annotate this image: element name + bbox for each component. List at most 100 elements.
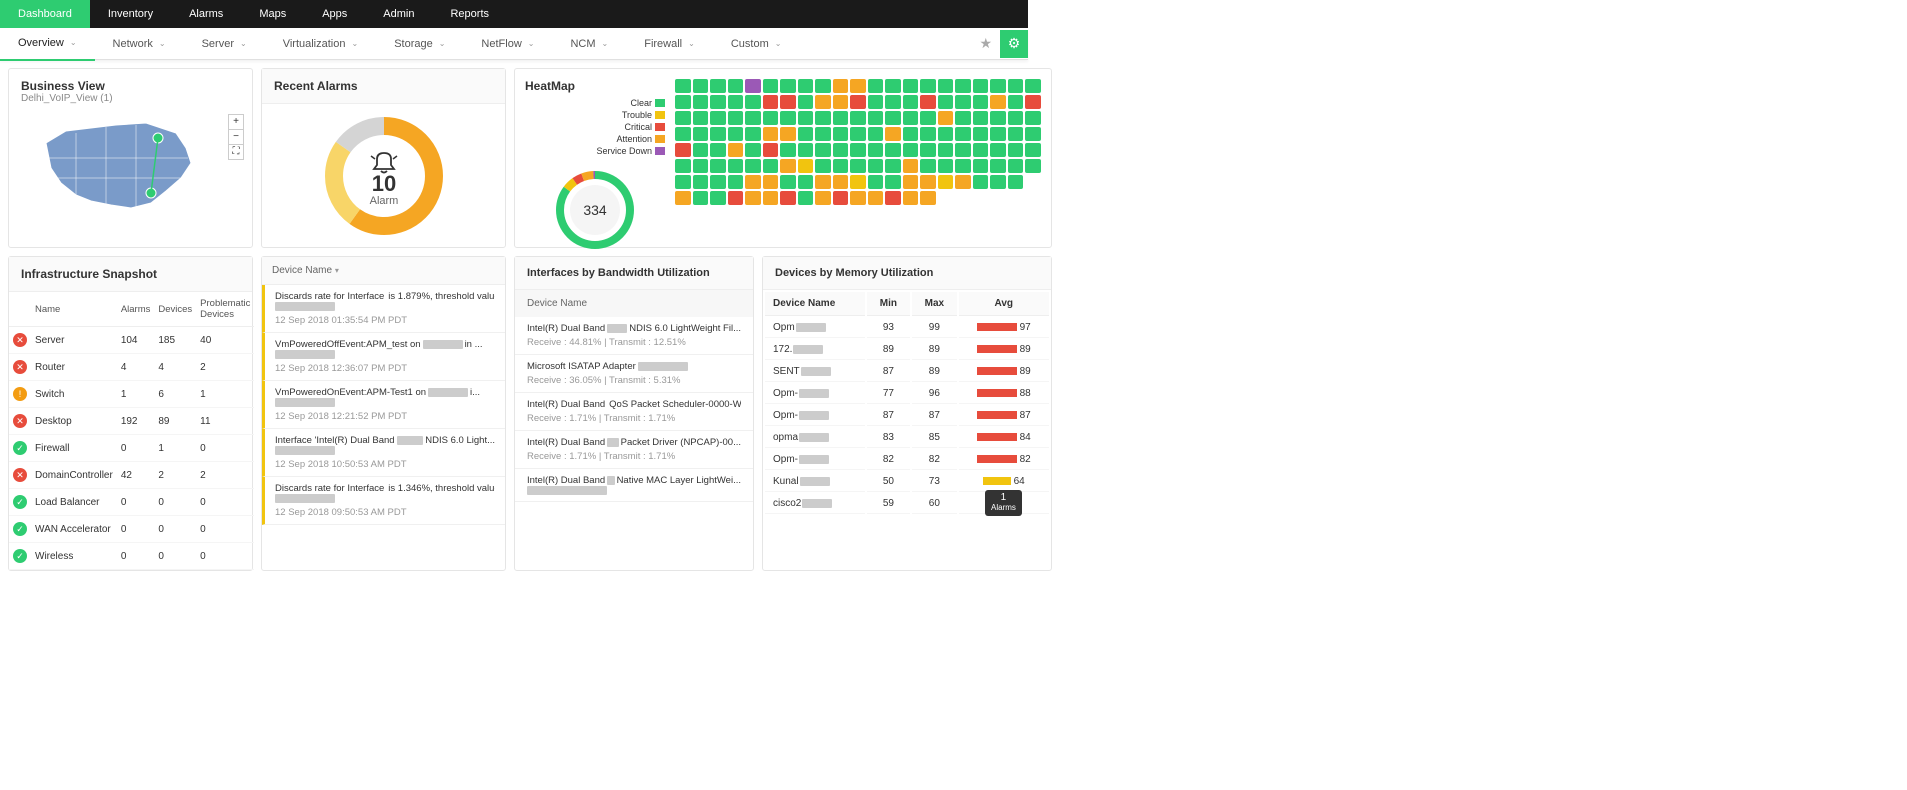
mem-col[interactable]: Min [867,292,910,316]
favorite-star-icon[interactable]: ★ [971,35,1000,52]
heatmap-cell[interactable] [973,175,989,189]
heatmap-cell[interactable] [693,175,709,189]
subnav-netflow[interactable]: NetFlow ⌄ [463,28,552,60]
table-row[interactable]: ✓Wireless000 [9,543,254,570]
heatmap-cell[interactable] [728,95,744,109]
heatmap-cell[interactable] [780,95,796,109]
heatmap-cell[interactable] [955,111,971,125]
alarm-list-item[interactable]: Discards rate for Interface is 1.879%, t… [262,285,505,333]
heatmap-cell[interactable] [920,159,936,173]
bandwidth-list-item[interactable]: Intel(R) Dual Band Packet Driver (NPCAP)… [515,431,753,469]
table-row[interactable]: Kunal5073 64 [765,472,1049,492]
topnav-maps[interactable]: Maps [241,0,304,28]
heatmap-cell[interactable] [833,143,849,157]
heatmap-cell[interactable] [903,127,919,141]
heatmap-cell[interactable] [1008,143,1024,157]
heatmap-cell[interactable] [885,159,901,173]
subnav-virtualization[interactable]: Virtualization ⌄ [265,28,376,60]
heatmap-cell[interactable] [955,159,971,173]
heatmap-cell[interactable] [850,127,866,141]
heatmap-cell[interactable] [728,143,744,157]
infra-col[interactable]: Problematic Devices [196,292,254,327]
heatmap-cell[interactable] [903,175,919,189]
table-row[interactable]: ✕Desktop1928911 [9,408,254,435]
heatmap-cell[interactable] [1025,143,1041,157]
heatmap-cell[interactable] [710,159,726,173]
heatmap-cell[interactable] [868,79,884,93]
heatmap-cell[interactable] [833,159,849,173]
heatmap-cell[interactable] [973,127,989,141]
table-row[interactable]: ✓Load Balancer000 [9,489,254,516]
table-row[interactable]: 172.8989 89 [765,340,1049,360]
heatmap-cell[interactable] [675,111,691,125]
heatmap-cell[interactable] [868,175,884,189]
topnav-alarms[interactable]: Alarms [171,0,241,28]
heatmap-cell[interactable] [763,111,779,125]
heatmap-cell[interactable] [1008,127,1024,141]
heatmap-cell[interactable] [920,95,936,109]
heatmap-cell[interactable] [763,79,779,93]
heatmap-cell[interactable] [920,175,936,189]
heatmap-cell[interactable] [815,175,831,189]
heatmap-cell[interactable] [798,111,814,125]
heatmap-cell[interactable] [710,127,726,141]
heatmap-cell[interactable] [990,95,1006,109]
heatmap-cell[interactable] [990,111,1006,125]
subnav-ncm[interactable]: NCM ⌄ [552,28,626,60]
table-row[interactable]: ✕Router442 [9,354,254,381]
heatmap-cell[interactable] [973,159,989,173]
bandwidth-list-item[interactable]: Microsoft ISATAP Adapter Receive : 36.05… [515,355,753,393]
alarm-list-item[interactable]: VmPoweredOnEvent:APM-Test1 on i...12 Sep… [262,381,505,429]
table-row[interactable]: ✕Server10418540 [9,327,254,354]
heatmap-cell[interactable] [990,127,1006,141]
heatmap-cell[interactable] [868,159,884,173]
heatmap-cell[interactable] [798,95,814,109]
heatmap-cell[interactable] [938,159,954,173]
heatmap-cell[interactable] [745,159,761,173]
heatmap-cell[interactable] [693,127,709,141]
heatmap-cell[interactable] [850,191,866,205]
heatmap-cell[interactable] [850,111,866,125]
alarm-list-item[interactable]: Interface 'Intel(R) Dual Band NDIS 6.0 L… [262,429,505,477]
heatmap-cell[interactable] [675,175,691,189]
heatmap-cell[interactable] [920,143,936,157]
heatmap-cell[interactable] [938,143,954,157]
mem-col[interactable]: Avg [959,292,1048,316]
heatmap-cell[interactable] [938,95,954,109]
table-row[interactable]: Opm-8787 87 [765,406,1049,426]
heatmap-cell[interactable] [885,127,901,141]
table-row[interactable]: Opm-8282 82 [765,450,1049,470]
heatmap-cell[interactable] [955,95,971,109]
alarm-list-item[interactable]: Discards rate for Interface is 1.346%, t… [262,477,505,525]
heatmap-cell[interactable] [955,127,971,141]
heatmap-grid[interactable] [675,69,1051,247]
heatmap-cell[interactable] [973,79,989,93]
table-row[interactable]: SENT8789 89 [765,362,1049,382]
heatmap-cell[interactable] [780,191,796,205]
subnav-overview[interactable]: Overview ⌄ [0,27,95,61]
heatmap-cell[interactable] [693,191,709,205]
alarm-list-item[interactable]: VmPoweredOffEvent:APM_test on in ...12 S… [262,333,505,381]
table-row[interactable]: ✓Firewall010 [9,435,254,462]
infra-col[interactable]: Devices [154,292,196,327]
heatmap-cell[interactable] [903,143,919,157]
heatmap-cell[interactable] [798,175,814,189]
heatmap-cell[interactable] [920,79,936,93]
heatmap-cell[interactable] [780,79,796,93]
heatmap-cell[interactable] [955,79,971,93]
table-row[interactable]: !Switch161 [9,381,254,408]
bandwidth-list-item[interactable]: Intel(R) Dual Band NDIS 6.0 LightWeight … [515,317,753,355]
heatmap-cell[interactable] [745,127,761,141]
device-alarms-header[interactable]: Device Name ▾ [262,257,505,285]
subnav-server[interactable]: Server ⌄ [184,28,265,60]
heatmap-cell[interactable] [745,175,761,189]
heatmap-cell[interactable] [885,143,901,157]
topnav-apps[interactable]: Apps [304,0,365,28]
topnav-inventory[interactable]: Inventory [90,0,171,28]
heatmap-cell[interactable] [815,95,831,109]
heatmap-cell[interactable] [693,111,709,125]
infra-col[interactable]: Alarms [117,292,155,327]
heatmap-cell[interactable] [990,175,1006,189]
heatmap-cell[interactable] [955,175,971,189]
heatmap-cell[interactable] [710,175,726,189]
